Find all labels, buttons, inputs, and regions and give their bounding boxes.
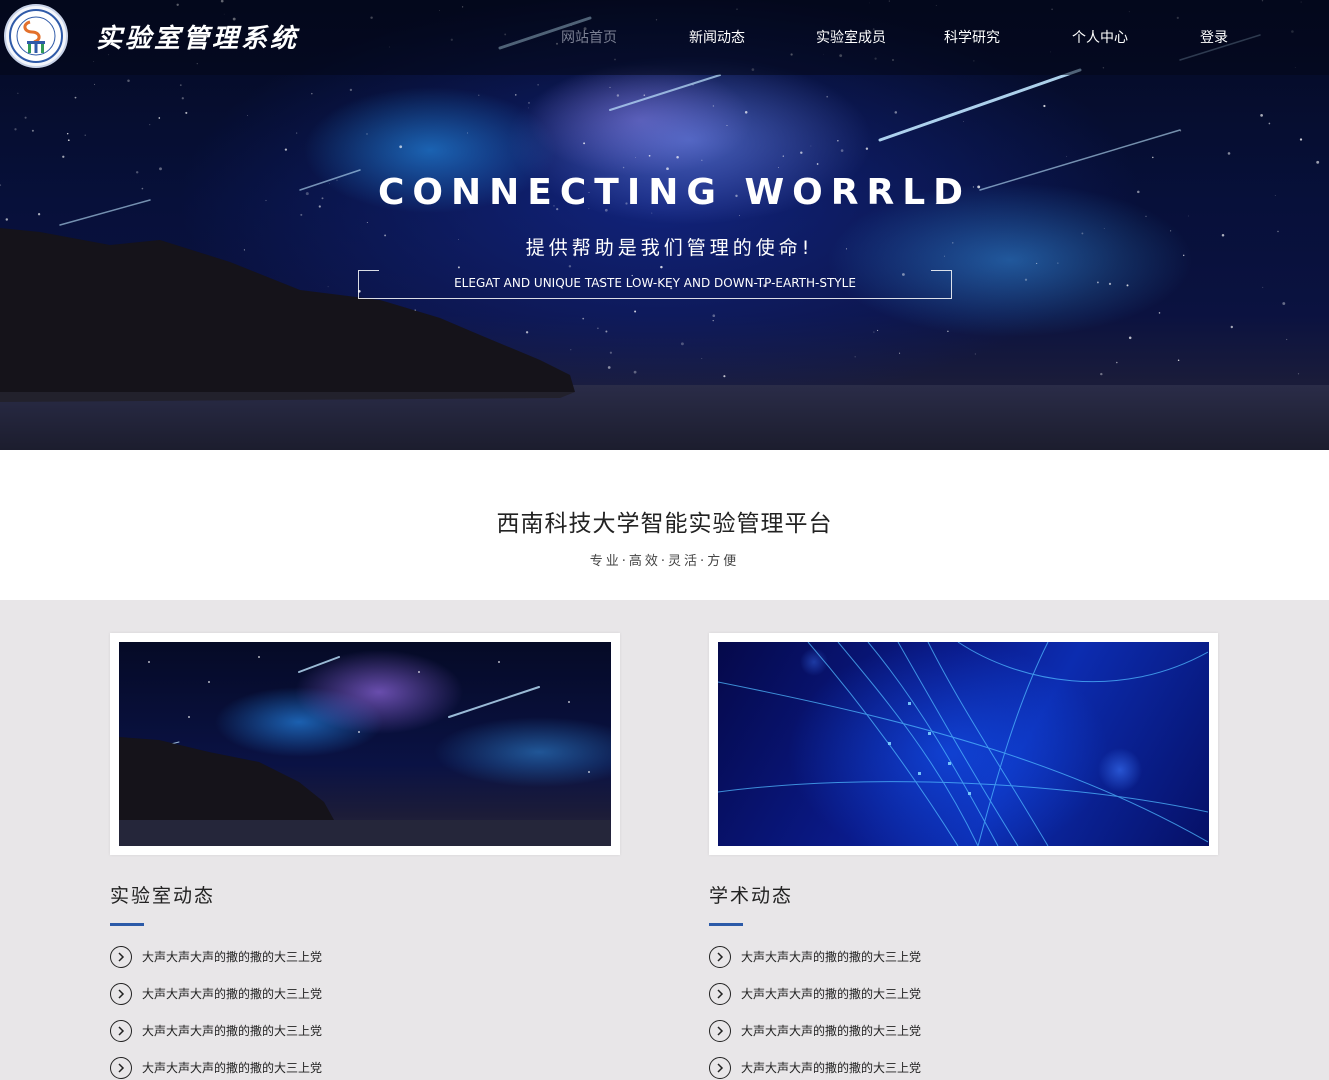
chevron-right-circle-icon [709, 982, 731, 1005]
list-item[interactable]: 大声大声大声的撒的撒的大三上党 [709, 938, 1218, 975]
nav-login[interactable]: 登录 [1200, 27, 1228, 47]
heading-underline [110, 923, 144, 926]
academic-news-heading: 学术动态 [709, 885, 794, 907]
news-section: 实验室动态 大声大声大声的撒的撒的大三上党 大声大声大声的撒的撒的大三上党 大声… [0, 600, 1329, 1080]
hero-subtitle: 提供帮助是我们管理的使命! [525, 237, 814, 259]
lab-news-image [119, 642, 611, 846]
list-item[interactable]: 大声大声大声的撒的撒的大三上党 [110, 975, 620, 1012]
academic-news-column: 学术动态 大声大声大声的撒的撒的大三上党 大声大声大声的撒的撒的大三上党 大声大… [709, 633, 1218, 1080]
academic-news-list: 大声大声大声的撒的撒的大三上党 大声大声大声的撒的撒的大三上党 大声大声大声的撒… [709, 938, 1218, 1080]
list-item[interactable]: 大声大声大声的撒的撒的大三上党 [110, 938, 620, 975]
nav-lab-members[interactable]: 实验室成员 [816, 27, 886, 47]
list-item-label: 大声大声大声的撒的撒的大三上党 [741, 1061, 922, 1075]
list-item[interactable]: 大声大声大声的撒的撒的大三上党 [110, 1012, 620, 1049]
nav-home[interactable]: 网站首页 [561, 27, 617, 47]
list-item-label: 大声大声大声的撒的撒的大三上党 [741, 987, 922, 1001]
lab-news-heading: 实验室动态 [110, 885, 216, 907]
main-nav: 网站首页 新闻动态 实验室成员 科学研究 个人中心 登录 [0, 0, 1329, 75]
nav-news[interactable]: 新闻动态 [689, 27, 745, 47]
academic-news-image-card[interactable] [709, 633, 1218, 855]
nav-research[interactable]: 科学研究 [944, 27, 1000, 47]
chevron-right-circle-icon [709, 1019, 731, 1042]
lab-news-column: 实验室动态 大声大声大声的撒的撒的大三上党 大声大声大声的撒的撒的大三上党 大声… [110, 633, 620, 1080]
chevron-right-circle-icon [110, 1056, 132, 1079]
list-item-label: 大声大声大声的撒的撒的大三上党 [142, 1061, 323, 1075]
chevron-right-circle-icon [709, 945, 731, 968]
intro-section: 西南科技大学智能实验管理平台 专业·高效·灵活·方便 [0, 450, 1329, 600]
list-item-label: 大声大声大声的撒的撒的大三上党 [142, 987, 323, 1001]
lab-news-image-card[interactable] [110, 633, 620, 855]
platform-slogan: 专业·高效·灵活·方便 [589, 554, 740, 569]
top-navbar: 实验室管理系统 网站首页 新闻动态 实验室成员 科学研究 个人中心 登录 [0, 0, 1329, 75]
lab-news-list: 大声大声大声的撒的撒的大三上党 大声大声大声的撒的撒的大三上党 大声大声大声的撒… [110, 938, 620, 1080]
list-item[interactable]: 大声大声大声的撒的撒的大三上党 [709, 975, 1218, 1012]
chevron-right-circle-icon [110, 1019, 132, 1042]
chevron-right-circle-icon [110, 982, 132, 1005]
academic-news-image [718, 642, 1209, 846]
list-item[interactable]: 大声大声大声的撒的撒的大三上党 [709, 1049, 1218, 1080]
hero-tagline: ELEGAT AND UNIQUE TASTE LOW-KEY AND DOWN… [358, 270, 952, 299]
heading-underline [709, 923, 743, 926]
hero-banner: 实验室管理系统 网站首页 新闻动态 实验室成员 科学研究 个人中心 登录 CON… [0, 0, 1329, 450]
list-item[interactable]: 大声大声大声的撒的撒的大三上党 [110, 1049, 620, 1080]
list-item[interactable]: 大声大声大声的撒的撒的大三上党 [709, 1012, 1218, 1049]
list-item-label: 大声大声大声的撒的撒的大三上党 [741, 950, 922, 964]
hero-title: CONNECTING WORRLD [377, 172, 972, 213]
chevron-right-circle-icon [709, 1056, 731, 1079]
list-item-label: 大声大声大声的撒的撒的大三上党 [142, 1024, 323, 1038]
list-item-label: 大声大声大声的撒的撒的大三上党 [741, 1024, 922, 1038]
list-item-label: 大声大声大声的撒的撒的大三上党 [142, 950, 323, 964]
nav-personal-center[interactable]: 个人中心 [1072, 27, 1128, 47]
chevron-right-circle-icon [110, 945, 132, 968]
platform-title: 西南科技大学智能实验管理平台 [496, 511, 833, 537]
